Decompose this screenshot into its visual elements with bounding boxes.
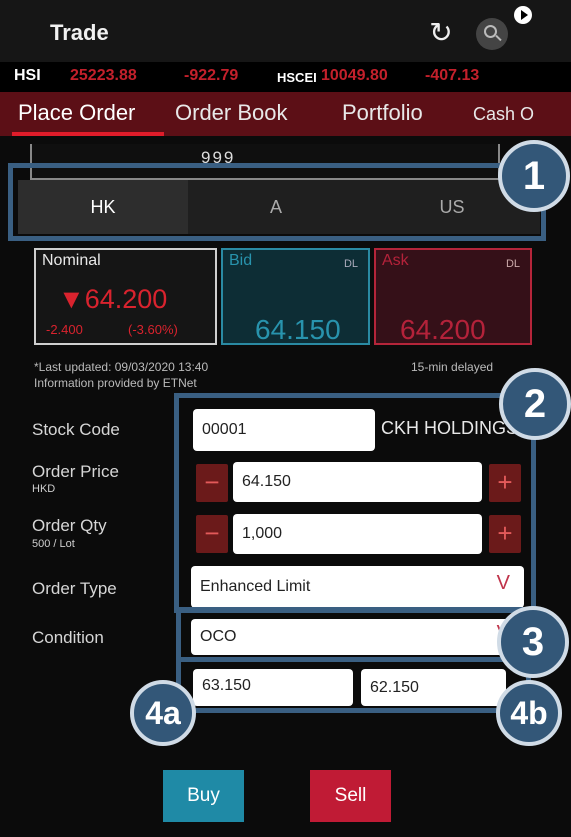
ask-price: 64.200 xyxy=(400,314,486,345)
sell-button[interactable]: Sell xyxy=(310,770,391,822)
highlight-box-4 xyxy=(176,657,531,713)
nominal-quote-box: Nominal ▼64.200 -2.400 (-3.60%) xyxy=(34,248,217,345)
buy-button[interactable]: Buy xyxy=(163,770,244,822)
main-tabs: Place Order Order Book Portfolio Cash O xyxy=(0,92,571,136)
hscei-value: 10049.80 xyxy=(321,67,388,84)
nominal-label: Nominal xyxy=(42,252,101,269)
highlight-box-3 xyxy=(176,607,531,662)
tab-place-order[interactable]: Place Order xyxy=(18,100,135,126)
ask-label: Ask xyxy=(382,252,409,269)
hscei-change: -407.13 xyxy=(425,67,480,84)
tab-order-book[interactable]: Order Book xyxy=(175,100,288,126)
ticker-play-icon[interactable] xyxy=(514,6,532,24)
last-updated: *Last updated: 09/03/2020 13:40 xyxy=(34,360,209,374)
bid-dl: DL xyxy=(343,258,358,270)
annotation-badge-4a: 4a xyxy=(130,680,196,746)
search-icon[interactable] xyxy=(476,18,508,50)
nominal-price: ▼64.200 xyxy=(58,284,168,314)
nominal-change-pct: (-3.60%) xyxy=(128,322,178,337)
annotation-badge-4b: 4b xyxy=(496,680,562,746)
nominal-change: -2.400 xyxy=(46,322,83,337)
bid-label: Bid xyxy=(229,252,253,269)
index-ticker: HSI 25223.88 -922.79 HSCEI 10049.80 -407… xyxy=(0,62,571,92)
stock-code-label: Stock Code xyxy=(32,420,120,439)
highlight-box-1 xyxy=(8,163,546,241)
annotation-badge-2: 2 xyxy=(499,368,571,440)
ask-quote-box[interactable]: Ask DL 64.200 xyxy=(374,248,532,345)
hsi-change: -922.79 xyxy=(184,67,239,84)
hsi-value: 25223.88 xyxy=(70,67,137,84)
tab-portfolio[interactable]: Portfolio xyxy=(342,100,423,126)
tab-cash[interactable]: Cash O xyxy=(473,104,534,125)
annotation-badge-1: 1 xyxy=(498,140,570,212)
bid-price: 64.150 xyxy=(255,314,341,345)
hsi-label: HSI xyxy=(14,67,41,84)
delay-note: 15-min delayed xyxy=(411,360,494,374)
page-title: Trade xyxy=(50,20,109,45)
order-price-currency: HKD xyxy=(32,483,56,495)
data-provider: Information provided by ETNet xyxy=(34,376,197,390)
order-type-label: Order Type xyxy=(32,579,117,598)
refresh-icon[interactable]: ↻ xyxy=(424,16,458,50)
highlight-box-2 xyxy=(174,393,536,613)
active-tab-indicator xyxy=(12,132,164,136)
order-price-label: Order Price xyxy=(32,462,119,481)
annotation-badge-3: 3 xyxy=(497,606,569,678)
order-qty-label: Order Qty xyxy=(32,516,107,535)
ask-dl: DL xyxy=(505,258,520,270)
condition-label: Condition xyxy=(32,628,104,647)
bid-quote-box[interactable]: Bid DL 64.150 xyxy=(221,248,370,345)
order-qty-lot: 500 / Lot xyxy=(32,538,75,550)
hscei-label: HSCEI xyxy=(277,70,317,85)
